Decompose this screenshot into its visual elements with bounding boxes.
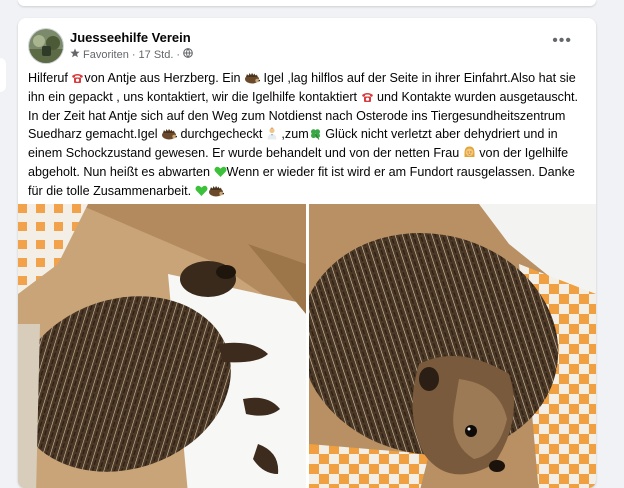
post-text-segment: von Antje aus Herzberg. Ein <box>84 71 245 85</box>
post-text: Hilferuf von Antje aus Herzberg. Ein Ige… <box>28 70 588 202</box>
woman-icon <box>463 146 476 164</box>
more-options-button[interactable]: ••• <box>552 33 572 49</box>
telephone-icon <box>361 91 374 108</box>
star-icon <box>70 48 80 61</box>
post-text-segment: Hilferuf <box>28 71 72 85</box>
meta-separator: · <box>176 48 181 61</box>
hedgehog-icon <box>208 185 224 202</box>
green-heart-icon <box>195 185 208 202</box>
previous-post-edge <box>18 0 596 6</box>
hedgehog-icon <box>244 72 260 89</box>
globe-icon <box>183 48 193 61</box>
left-sidebar-edge <box>0 58 6 92</box>
hedgehog-photo-1[interactable] <box>18 204 306 488</box>
post-text-segment: durchgecheckt <box>177 126 266 141</box>
doctor-icon <box>266 127 278 145</box>
post-header: Juesseehilfe Verein Favoriten · 17 Std. … <box>28 28 588 64</box>
hedgehog-photo-2[interactable] <box>309 204 596 488</box>
post-time[interactable]: 17 Std. <box>139 49 174 61</box>
post-text-segment: ,zum <box>277 126 309 141</box>
telephone-icon <box>71 72 84 89</box>
post-meta: Favoriten · 17 Std. · <box>70 48 193 61</box>
post-card: Juesseehilfe Verein Favoriten · 17 Std. … <box>18 18 596 488</box>
meta-separator: · <box>131 48 136 61</box>
four-leaf-clover-icon <box>309 128 322 145</box>
post-photos <box>18 204 596 488</box>
green-heart-icon <box>214 166 227 183</box>
hedgehog-icon <box>161 128 177 145</box>
page-name[interactable]: Juesseehilfe Verein <box>70 30 191 45</box>
avatar[interactable] <box>28 28 64 64</box>
favorites-label[interactable]: Favoriten <box>83 49 129 61</box>
